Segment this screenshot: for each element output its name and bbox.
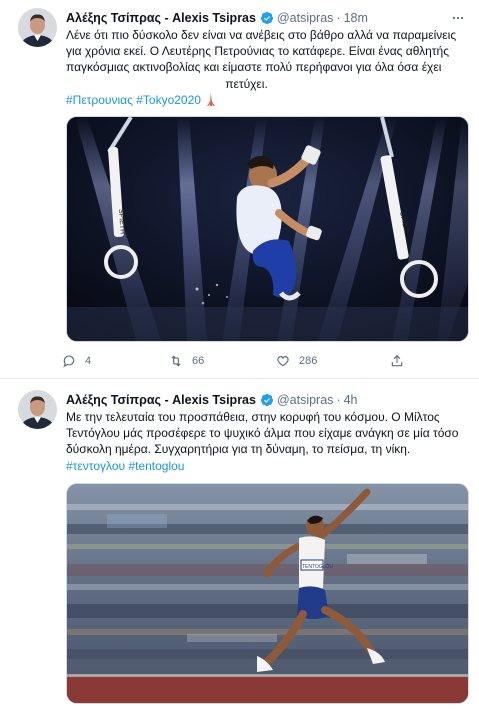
retweet-count: 66 xyxy=(192,355,205,367)
separator-dot: · xyxy=(336,393,341,407)
tweet-actions: 4 66 286 xyxy=(62,352,422,370)
reply-icon xyxy=(63,355,75,368)
reply-action[interactable]: 4 xyxy=(62,352,91,370)
avatar-image xyxy=(18,390,57,429)
retweet-icon xyxy=(171,355,181,367)
hashtag-line: #Πετρουνιας #Tokyo2020 🗼 xyxy=(66,92,467,109)
tweet-text: Λένε ότι πιο δύσκολο δεν είναι να ανέβει… xyxy=(66,27,467,109)
author-name[interactable]: Αλέξης Τσίπρας - Alexis Tsipras xyxy=(66,393,256,407)
tweet-text: Με την τελευταία του προσπάθεια, στην κο… xyxy=(66,409,467,474)
tweet-2[interactable]: Αλέξης Τσίπρας - Alexis Tsipras @atsipra… xyxy=(0,378,479,711)
gymnast-rings-image: SPIETH SPIETH xyxy=(67,117,468,341)
reply-count: 4 xyxy=(85,355,92,367)
verified-badge-icon xyxy=(260,11,274,25)
avatar-image xyxy=(18,8,57,47)
long-jump-image: TENTOGLOU xyxy=(67,484,468,703)
like-action[interactable]: 286 xyxy=(276,352,317,370)
tweet-time[interactable]: 18m xyxy=(344,11,368,25)
tweet-header: Αλέξης Τσίπρας - Alexis Tsipras @atsipra… xyxy=(66,391,467,409)
tweet-text-line: για χρόνια εκεί. Ο Λευτέρης Πετρούνιας τ… xyxy=(66,44,450,59)
tweet-header: Αλέξης Τσίπρας - Alexis Tsipras @atsipra… xyxy=(66,9,467,27)
author-handle[interactable]: @atsipras xyxy=(277,11,333,25)
tweet-text-line: δύσκολη ημέρα. Συγχαρητήρια για τη δύναμ… xyxy=(66,442,411,457)
tweet-text-line: Λένε ότι πιο δύσκολο δεν είναι να ανέβει… xyxy=(66,28,457,42)
author-handle[interactable]: @atsipras xyxy=(277,393,333,407)
tweet-text-line: παγκόσμιας ακτινοβολίας και είμαστε πολύ… xyxy=(66,60,442,75)
tweet-text-line: Με την τελευταία του προσπάθεια, στην κο… xyxy=(66,410,440,424)
author-name[interactable]: Αλέξης Τσίπρας - Alexis Tsipras xyxy=(66,11,256,25)
share-icon xyxy=(391,354,403,367)
heart-icon xyxy=(277,356,289,367)
avatar[interactable] xyxy=(18,390,57,429)
tweet-1[interactable]: Αλέξης Τσίπρας - Alexis Tsipras @atsipra… xyxy=(0,0,479,378)
tokyo-tower-emoji: 🗼 xyxy=(204,94,218,107)
tweet-time[interactable]: 4h xyxy=(344,393,358,407)
hashtag-line: #τεντογλου #tentoglou xyxy=(66,458,467,474)
hashtag-link[interactable]: #tentoglou xyxy=(128,459,184,473)
athlete-bib: TENTOGLOU xyxy=(302,564,333,570)
avatar[interactable] xyxy=(18,8,57,47)
separator-dot: · xyxy=(336,11,341,25)
tweet-photo-gymnast[interactable]: SPIETH SPIETH xyxy=(66,116,469,342)
hashtag-link[interactable]: #τεντογλου xyxy=(66,459,125,473)
hashtag-link[interactable]: #Πετρουνιας xyxy=(66,93,133,107)
tweet-text-line: πετύχει. xyxy=(225,76,268,91)
share-action[interactable] xyxy=(390,352,404,370)
more-options-icon[interactable] xyxy=(449,9,467,27)
verified-badge-icon xyxy=(260,393,274,407)
retweet-action[interactable]: 66 xyxy=(169,352,204,370)
tweet-photo-long-jump[interactable]: TENTOGLOU xyxy=(66,483,469,704)
hashtag-link[interactable]: #Tokyo2020 xyxy=(136,93,201,107)
like-count: 286 xyxy=(299,355,318,367)
tweet-text-line: Τεντόγλου μάς προσέφερε το ψυχικό άλμα π… xyxy=(66,426,459,441)
